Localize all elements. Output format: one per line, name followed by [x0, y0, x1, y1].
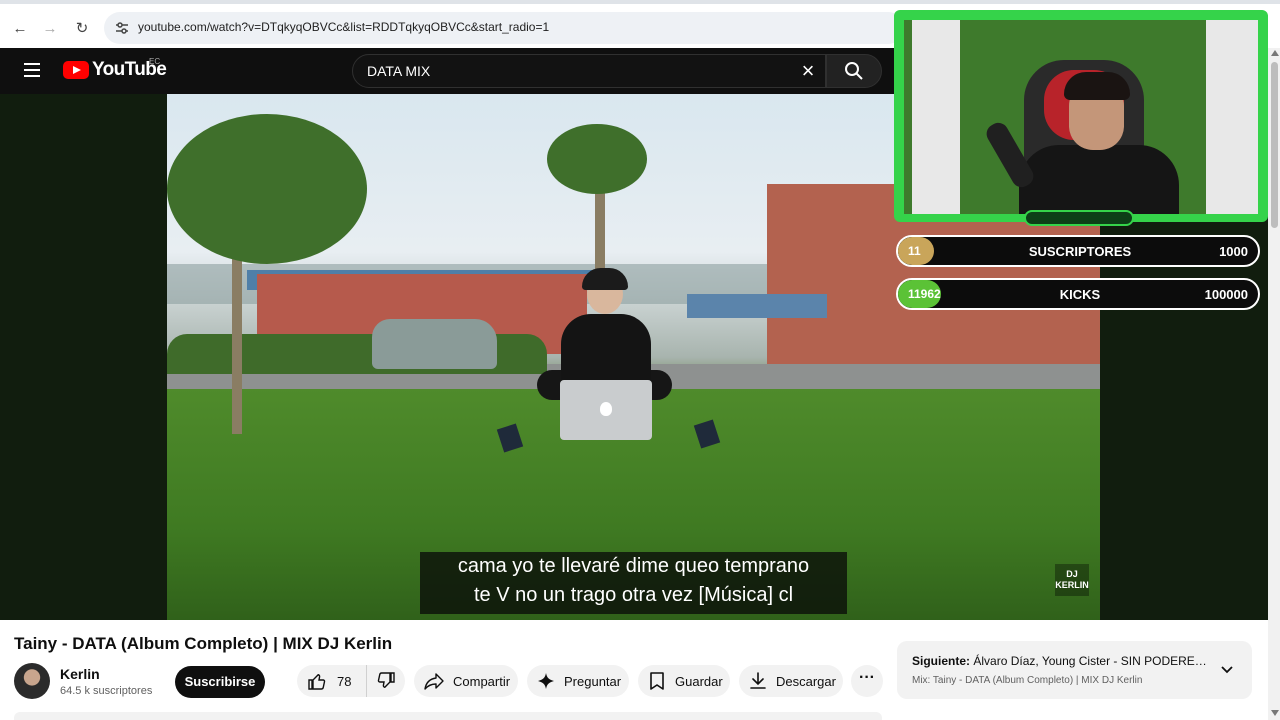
description-box-edge	[14, 712, 882, 720]
up-next-title: Álvaro Díaz, Young Cister - SIN PODERES.…	[973, 654, 1212, 668]
channel-name[interactable]: Kerlin	[60, 666, 100, 682]
roof-right	[687, 294, 827, 318]
video-title: Tainy - DATA (Album Completo) | MIX DJ K…	[14, 634, 393, 653]
search-button[interactable]	[826, 54, 882, 88]
search-input[interactable]: DATA MIX ×	[352, 54, 826, 88]
share-button[interactable]: Compartir	[414, 665, 518, 697]
scroll-down-arrow-icon[interactable]	[1271, 710, 1279, 716]
back-button[interactable]: ←	[8, 16, 32, 40]
ask-label: Preguntar	[564, 673, 622, 689]
up-next-line: Siguiente: Álvaro Díaz, Young Cister - S…	[912, 654, 1212, 668]
like-dislike-group: 78	[297, 665, 405, 697]
sparkle-icon	[538, 673, 554, 689]
up-next-card[interactable]: Siguiente: Álvaro Díaz, Young Cister - S…	[897, 641, 1252, 699]
caption-line-1: cama yo te llevaré dime queo temprano	[457, 555, 810, 577]
kicks-goal-bar: 11962 KICKS 100000	[896, 278, 1260, 310]
webcam-frame-tab	[1024, 210, 1134, 226]
bookmark-icon	[650, 672, 664, 690]
captions: cama yo te llevaré dime queo temprano te…	[420, 552, 847, 614]
up-next-playlist: Mix: Tainy - DATA (Album Completo) | MIX…	[912, 675, 1143, 686]
webcam-feed	[904, 20, 1258, 214]
watermark-line-2: KERLIN	[1055, 580, 1089, 590]
url-text: youtube.com/watch?v=DTqkyqOBVCc&list=RDD…	[138, 20, 550, 34]
youtube-logo[interactable]: YouTube EC	[63, 57, 167, 81]
site-settings-icon[interactable]	[114, 20, 130, 36]
thumbs-down-icon	[377, 672, 395, 689]
like-count: 78	[337, 673, 352, 689]
reload-button[interactable]: ↻	[70, 16, 94, 40]
ask-button[interactable]: Preguntar	[527, 665, 629, 697]
download-label: Descargar	[776, 673, 836, 689]
subscriber-goal-label: SUSCRIPTORES	[1028, 244, 1132, 259]
channel-watermark[interactable]: DJ KERLIN	[1055, 564, 1089, 596]
hamburger-menu-icon[interactable]	[24, 63, 40, 77]
palm-leaves-center	[547, 124, 647, 194]
search-icon	[845, 62, 863, 80]
clear-search-icon[interactable]: ×	[797, 60, 819, 83]
like-button[interactable]: 78	[297, 665, 367, 697]
thumbs-up-icon	[308, 673, 326, 690]
parked-car	[372, 319, 497, 369]
reload-icon: ↻	[75, 20, 89, 37]
video-details: Tainy - DATA (Album Completo) | MIX DJ K…	[0, 620, 1280, 720]
more-icon: ···	[859, 669, 875, 686]
share-arrow-icon	[424, 673, 444, 690]
apple-logo-icon	[600, 402, 612, 416]
scrollbar-thumb[interactable]	[1271, 62, 1278, 228]
forward-icon: →	[42, 19, 58, 37]
subscribe-button[interactable]: Suscribirse	[175, 666, 265, 698]
webcam-overlay	[894, 10, 1268, 226]
download-button[interactable]: Descargar	[739, 665, 843, 697]
chevron-down-icon[interactable]	[1219, 661, 1235, 677]
more-actions-button[interactable]: ···	[851, 665, 883, 697]
streamer-hair	[1064, 72, 1130, 100]
search-query: DATA MIX	[367, 63, 431, 79]
region-code: EC	[149, 57, 161, 66]
subscriber-count: 64.5 k suscriptores	[60, 685, 153, 697]
laptop	[560, 380, 652, 440]
save-button[interactable]: Guardar	[638, 665, 730, 697]
caption-line-2: te V no un trago otra vez [Música] cl	[473, 584, 794, 606]
dislike-button[interactable]	[367, 665, 405, 697]
page-scrollbar[interactable]	[1268, 48, 1280, 720]
kicks-goal-target: 100000	[1204, 287, 1248, 302]
save-label: Guardar	[675, 673, 723, 689]
forward-button[interactable]: →	[38, 16, 62, 40]
share-label: Compartir	[453, 673, 511, 689]
up-next-label: Siguiente:	[912, 654, 971, 668]
back-icon: ←	[12, 19, 28, 37]
channel-avatar[interactable]	[14, 663, 50, 699]
palm-leaves-left	[167, 114, 367, 264]
address-bar[interactable]: youtube.com/watch?v=DTqkyqOBVCc&list=RDD…	[104, 12, 904, 44]
shoe-shelf-left	[912, 20, 960, 214]
scroll-up-arrow-icon[interactable]	[1271, 50, 1279, 56]
subscriber-goal-bar: 11 SUSCRIPTORES 1000	[896, 235, 1260, 267]
subscriber-goal-target: 1000	[1219, 244, 1248, 259]
download-icon	[750, 672, 766, 689]
watermark-line-1: DJ	[1066, 569, 1078, 579]
streamer-body	[1019, 145, 1179, 214]
shoe-shelf-right	[1206, 20, 1258, 214]
play-logo-icon	[63, 61, 89, 79]
